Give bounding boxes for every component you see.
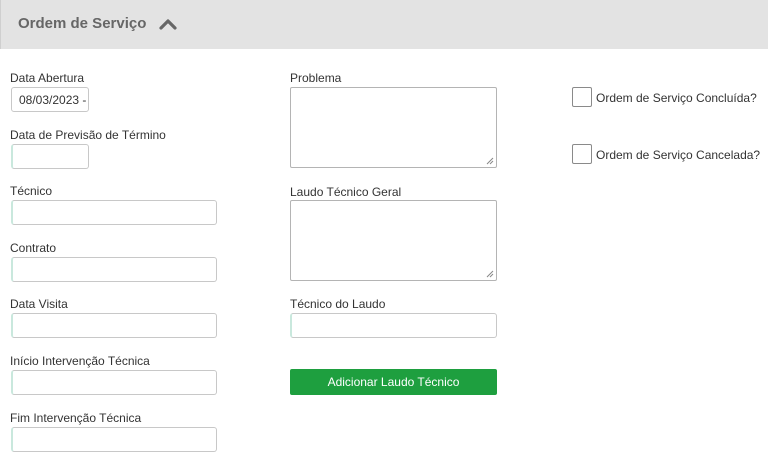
inicio-intervencao-field[interactable] (11, 370, 217, 395)
inicio-intervencao-label: Início Intervenção Técnica (10, 354, 150, 368)
laudo-geral-label: Laudo Técnico Geral (290, 185, 402, 199)
tecnico-label: Técnico (10, 184, 53, 198)
cancelada-checkbox[interactable] (572, 144, 592, 164)
problema-textarea[interactable] (290, 87, 497, 168)
data-previsao-field[interactable] (11, 144, 89, 169)
chevron-up-icon[interactable] (159, 17, 177, 31)
cancelada-label: Ordem de Serviço Cancelada? (596, 148, 761, 162)
data-abertura-value: 08/03/2023 - (19, 93, 87, 107)
data-abertura-field[interactable]: 08/03/2023 - (11, 87, 89, 112)
fim-intervencao-field[interactable] (11, 427, 217, 452)
data-previsao-label: Data de Previsão de Término (10, 128, 166, 142)
resize-grip-icon[interactable] (486, 270, 494, 278)
panel-title: Ordem de Serviço (18, 15, 147, 32)
tecnico-laudo-field[interactable] (290, 313, 497, 338)
problema-label: Problema (290, 71, 342, 85)
data-visita-label: Data Visita (10, 297, 68, 311)
contrato-label: Contrato (10, 241, 57, 255)
panel-header[interactable]: Ordem de Serviço (0, 0, 768, 49)
concluida-checkbox[interactable] (572, 87, 592, 107)
resize-grip-icon[interactable] (486, 157, 494, 165)
tecnico-laudo-label: Técnico do Laudo (290, 297, 386, 311)
laudo-geral-textarea[interactable] (290, 200, 497, 281)
add-laudo-button[interactable]: Adicionar Laudo Técnico (290, 369, 497, 395)
data-abertura-label: Data Abertura (10, 71, 85, 85)
fim-intervencao-label: Fim Intervenção Técnica (10, 411, 142, 425)
contrato-field[interactable] (11, 257, 217, 282)
tecnico-field[interactable] (11, 200, 217, 225)
data-visita-field[interactable] (11, 313, 217, 338)
concluida-label: Ordem de Serviço Concluída? (596, 91, 757, 105)
